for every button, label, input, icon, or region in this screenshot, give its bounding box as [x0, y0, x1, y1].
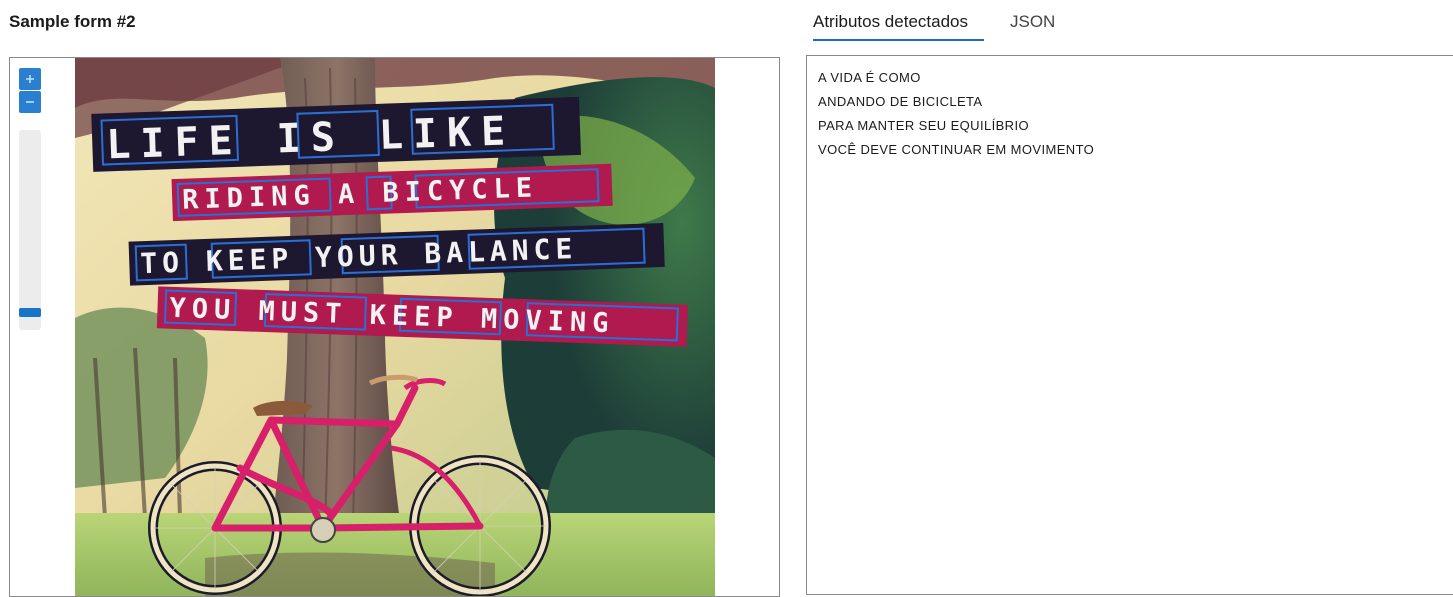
result-line: VOCÊ DEVE CONTINUAR EM MOVIMENTO — [818, 142, 1095, 157]
form-title: Sample form #2 — [9, 12, 136, 31]
zoom-slider-thumb[interactable] — [19, 308, 41, 317]
result-line: A VIDA É COMO — [818, 70, 921, 85]
zoom-out-button[interactable] — [19, 91, 41, 113]
result-lines-list: A VIDA É COMO ANDANDO DE BICICLETA PARA … — [818, 66, 1094, 162]
result-line: PARA MANTER SEU EQUILÍBRIO — [818, 118, 1029, 133]
tab-json[interactable]: JSON — [1010, 12, 1055, 32]
zoom-in-button[interactable] — [19, 68, 41, 90]
tab-detected-attributes[interactable]: Atributos detectados — [813, 12, 968, 32]
bicycle-poster-image: LIFE IS LIKE RIDING A BICYCLE TO KEEP YO… — [75, 58, 715, 596]
active-tab-indicator — [813, 39, 984, 41]
minus-icon — [26, 101, 34, 103]
zoom-slider[interactable] — [19, 130, 41, 330]
detected-attributes-panel: A VIDA É COMO ANDANDO DE BICICLETA PARA … — [806, 55, 1453, 595]
result-line: ANDANDO DE BICICLETA — [818, 94, 983, 109]
document-viewer[interactable]: LIFE IS LIKE RIDING A BICYCLE TO KEEP YO… — [9, 57, 780, 597]
plus-icon — [26, 75, 34, 83]
document-image: LIFE IS LIKE RIDING A BICYCLE TO KEEP YO… — [75, 58, 715, 596]
